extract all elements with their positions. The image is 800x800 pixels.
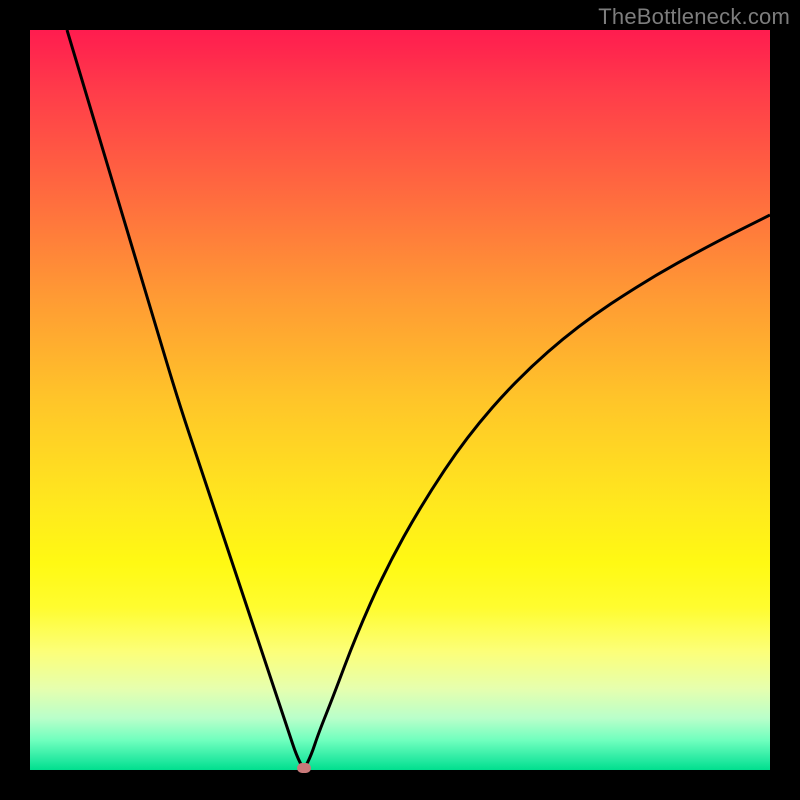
bottleneck-curve (30, 30, 770, 770)
minimum-marker (297, 763, 311, 773)
plot-area (30, 30, 770, 770)
curve-path (67, 30, 770, 766)
chart-frame: TheBottleneck.com (0, 0, 800, 800)
watermark-text: TheBottleneck.com (598, 4, 790, 30)
